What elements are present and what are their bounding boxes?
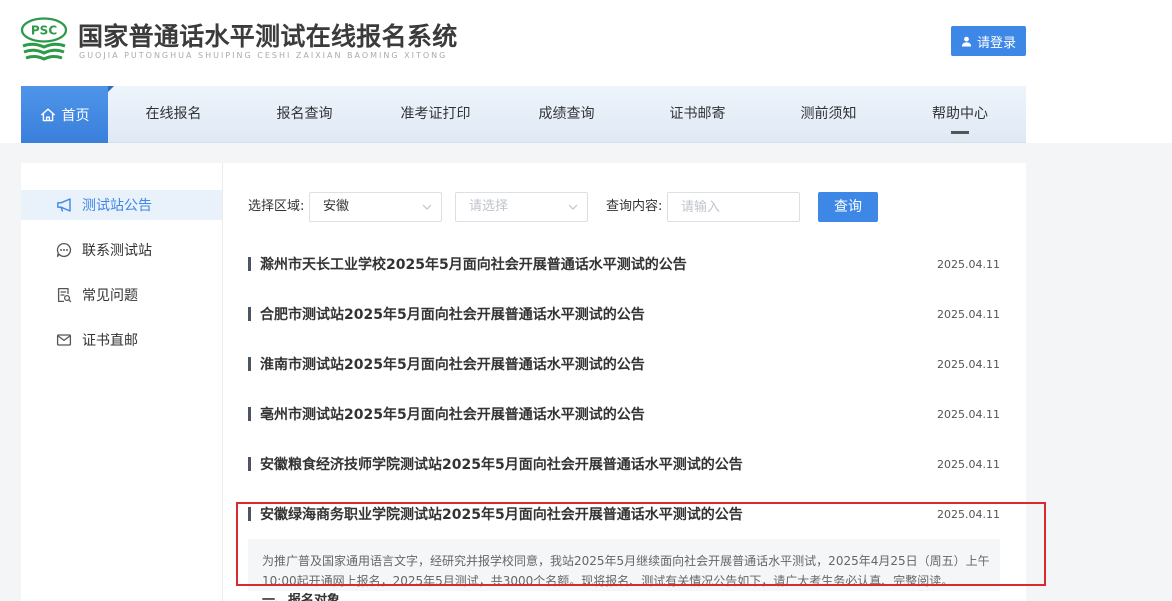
chevron-down-icon xyxy=(422,204,432,210)
keyword-label: 查询内容: xyxy=(606,199,663,214)
user-icon xyxy=(961,36,972,47)
province-select[interactable]: 安徽 xyxy=(309,192,442,222)
nav-label: 帮助中心 xyxy=(932,106,988,122)
nav-label: 首页 xyxy=(61,107,90,124)
announcement-date: 2025.04.11 xyxy=(937,257,1000,271)
sidebar-item-label: 常见问题 xyxy=(82,288,138,304)
section-heading: 一、报名对象 xyxy=(262,593,341,601)
announcement-title[interactable]: 合肥市测试站2025年5月面向社会开展普通话水平测试的公告 xyxy=(260,304,645,324)
site-title: 国家普通话水平测试在线报名系统 xyxy=(78,22,458,51)
mail-icon xyxy=(56,332,72,348)
nav-item-help-center[interactable]: 帮助中心 xyxy=(894,86,1026,142)
announcement-row[interactable]: 安徽绿海商务职业学院测试站2025年5月面向社会开展普通话水平测试的公告 202… xyxy=(248,489,1000,539)
main-nav: 首页 在线报名 报名查询 准考证打印 成绩查询 证书邮寄 测前须知 帮助中心 xyxy=(21,86,1026,143)
nav-item-pre-test-notes[interactable]: 测前须知 xyxy=(763,86,894,142)
site-header: PSC 国家普通话水平测试在线报名系统 GUOJIA PUTONGHUA SHU… xyxy=(0,0,1172,86)
site-subtitle: GUOJIA PUTONGHUA SHUIPING CESHI ZAIXIAN … xyxy=(79,51,448,60)
announcement-date: 2025.04.11 xyxy=(937,507,1000,521)
announcement-title[interactable]: 淮南市测试站2025年5月面向社会开展普通话水平测试的公告 xyxy=(260,354,645,374)
region-label: 选择区域: xyxy=(248,199,305,214)
nav-item-home[interactable]: 首页 xyxy=(21,86,114,143)
announcement-title[interactable]: 安徽绿海商务职业学院测试站2025年5月面向社会开展普通话水平测试的公告 xyxy=(260,504,743,524)
announcement-row[interactable]: 安徽粮食经济技师学院测试站2025年5月面向社会开展普通话水平测试的公告 202… xyxy=(248,439,1000,489)
home-icon xyxy=(40,107,56,123)
nav-hover-indicator xyxy=(951,131,969,134)
province-select-value: 安徽 xyxy=(323,199,350,214)
announcement-summary: 为推广普及国家通用语言文字，经研究并报学校同意，我站2025年5月继续面向社会开… xyxy=(248,539,1000,591)
keyword-input[interactable] xyxy=(667,192,800,222)
announcement-date: 2025.04.11 xyxy=(937,457,1000,471)
sidebar-item-label: 证书直邮 xyxy=(82,333,138,349)
city-select[interactable]: 请选择 xyxy=(455,192,588,222)
megaphone-icon xyxy=(56,197,72,213)
nav-item-registration-query[interactable]: 报名查询 xyxy=(239,86,370,142)
sidebar-item-certificate-direct-mail[interactable]: 证书直邮 xyxy=(21,325,222,355)
nav-item-admission-ticket-print[interactable]: 准考证打印 xyxy=(370,86,501,142)
announcement-date: 2025.04.11 xyxy=(937,407,1000,421)
login-button[interactable]: 请登录 xyxy=(951,26,1026,56)
row-marker xyxy=(248,407,251,421)
psc-logo: PSC xyxy=(20,17,68,61)
login-label: 请登录 xyxy=(976,35,1016,51)
nav-item-online-registration[interactable]: 在线报名 xyxy=(108,86,239,142)
announcement-date: 2025.04.11 xyxy=(937,357,1000,371)
content-card: 测试站公告 联系测试站 常见问题 证书直邮 选择区域: 安徽 请选择 查询内容:… xyxy=(21,163,1026,601)
chat-icon xyxy=(56,242,72,258)
announcement-row[interactable]: 亳州市测试站2025年5月面向社会开展普通话水平测试的公告 2025.04.11 xyxy=(248,389,1000,439)
row-marker xyxy=(248,257,251,271)
sidebar-item-faq[interactable]: 常见问题 xyxy=(21,280,222,310)
row-marker xyxy=(248,507,251,521)
chevron-down-icon xyxy=(568,204,578,210)
nav-item-score-query[interactable]: 成绩查询 xyxy=(501,86,632,142)
announcement-title[interactable]: 亳州市测试站2025年5月面向社会开展普通话水平测试的公告 xyxy=(260,404,645,424)
city-select-placeholder: 请选择 xyxy=(469,199,509,214)
announcement-row[interactable]: 淮南市测试站2025年5月面向社会开展普通话水平测试的公告 2025.04.11 xyxy=(248,339,1000,389)
announcement-row[interactable]: 滁州市天长工业学校2025年5月面向社会开展普通话水平测试的公告 2025.04… xyxy=(248,239,1000,289)
row-marker xyxy=(248,307,251,321)
row-marker xyxy=(248,357,251,371)
announcement-row[interactable]: 合肥市测试站2025年5月面向社会开展普通话水平测试的公告 2025.04.11 xyxy=(248,289,1000,339)
sidebar-item-contact-station[interactable]: 联系测试站 xyxy=(21,235,222,265)
search-button[interactable]: 查询 xyxy=(818,192,878,222)
sidebar: 测试站公告 联系测试站 常见问题 证书直邮 xyxy=(21,163,223,601)
logo-text: PSC xyxy=(31,24,57,38)
sidebar-item-label: 联系测试站 xyxy=(82,243,152,259)
sidebar-item-label: 测试站公告 xyxy=(82,198,152,214)
announcement-title[interactable]: 滁州市天长工业学校2025年5月面向社会开展普通话水平测试的公告 xyxy=(260,254,687,274)
announcement-date: 2025.04.11 xyxy=(937,307,1000,321)
announcement-list: 滁州市天长工业学校2025年5月面向社会开展普通话水平测试的公告 2025.04… xyxy=(248,239,1000,539)
faq-document-icon xyxy=(56,287,72,303)
row-marker xyxy=(248,457,251,471)
sidebar-item-station-announcements[interactable]: 测试站公告 xyxy=(21,190,222,220)
announcement-title[interactable]: 安徽粮食经济技师学院测试站2025年5月面向社会开展普通话水平测试的公告 xyxy=(260,454,743,474)
nav-item-certificate-mail[interactable]: 证书邮寄 xyxy=(632,86,763,142)
